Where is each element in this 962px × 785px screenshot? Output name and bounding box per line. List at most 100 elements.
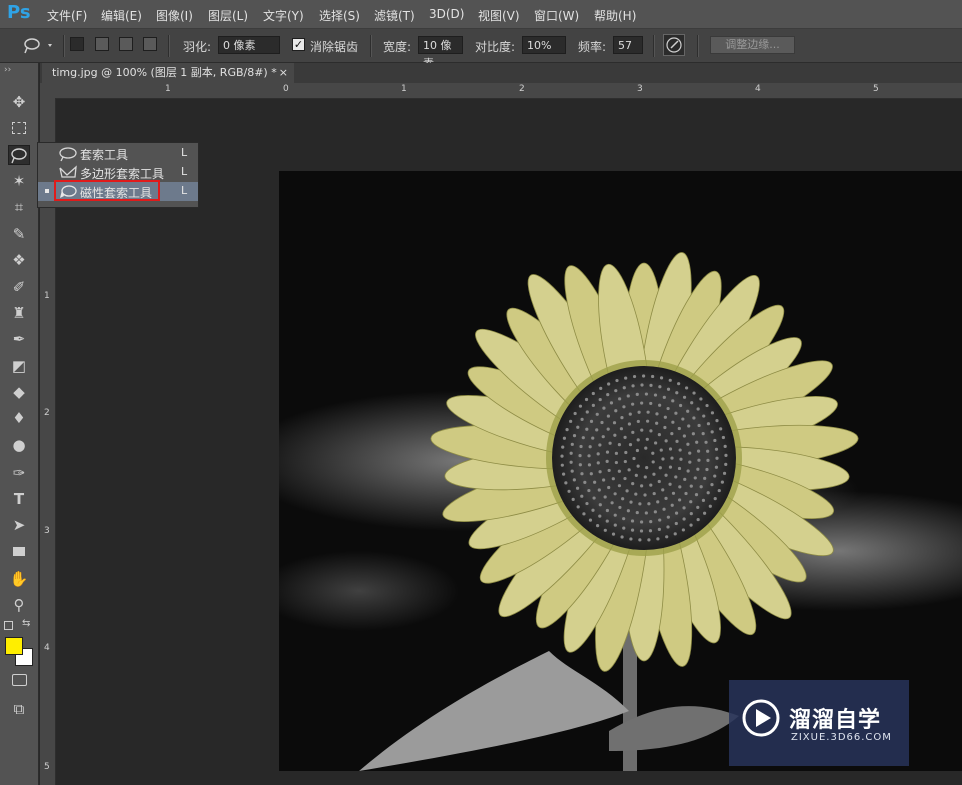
seed xyxy=(606,414,611,418)
seed xyxy=(682,506,686,510)
seed xyxy=(688,460,692,464)
seed xyxy=(635,510,639,515)
seed xyxy=(649,401,653,406)
hand-tool-icon[interactable]: ✋ xyxy=(8,569,30,589)
add-to-selection-button[interactable] xyxy=(95,37,109,51)
frequency-input[interactable]: 57 xyxy=(613,36,643,54)
width-input[interactable]: 10 像素 xyxy=(418,36,463,70)
seed xyxy=(617,484,622,488)
new-selection-button[interactable] xyxy=(70,37,84,51)
ruler-number: 0 xyxy=(283,84,289,94)
seed xyxy=(605,508,609,513)
seed xyxy=(636,464,640,468)
contrast-input[interactable]: 10% xyxy=(522,36,566,54)
seed xyxy=(614,460,618,465)
clone-stamp-icon[interactable]: ♜ xyxy=(8,303,30,323)
path-selection-icon[interactable]: ➤ xyxy=(8,515,30,535)
seed xyxy=(571,497,575,501)
paint-bucket-icon[interactable]: ◆ xyxy=(8,382,30,402)
antialias-checkbox[interactable]: ✓ xyxy=(292,38,305,51)
ruler-number: 2 xyxy=(44,408,50,418)
seed xyxy=(583,480,587,484)
crop-tool-icon[interactable]: ⌗ xyxy=(8,197,30,217)
default-colors-icon[interactable] xyxy=(4,621,13,630)
seed xyxy=(576,425,580,429)
refine-edge-button[interactable]: 调整边缘... xyxy=(710,36,795,54)
menu-filter[interactable]: 滤镜(T) xyxy=(374,7,415,24)
seed xyxy=(634,492,638,496)
menu-image[interactable]: 图像(I) xyxy=(156,7,193,24)
seed xyxy=(644,511,648,515)
eyedropper-icon[interactable]: ✎ xyxy=(8,224,30,244)
swap-colors-icon[interactable]: ⇆ xyxy=(22,618,30,629)
seed xyxy=(585,501,589,506)
seed xyxy=(562,436,567,440)
seed xyxy=(658,385,662,389)
foreground-color-swatch[interactable] xyxy=(5,637,23,655)
move-tool-icon[interactable]: ✥ xyxy=(8,92,30,112)
history-brush-icon[interactable]: ✒ xyxy=(8,329,30,349)
seed xyxy=(710,430,714,434)
document-tab[interactable]: timg.jpg @ 100% (图层 1 副本, RGB/8#) * × xyxy=(42,63,294,83)
seed xyxy=(595,428,599,432)
lasso-tool-item[interactable]: 套索工具 L xyxy=(38,144,198,163)
seed xyxy=(631,384,635,388)
collapse-panel-icon[interactable]: ›› xyxy=(4,65,11,75)
magic-wand-icon[interactable]: ✶ xyxy=(8,171,30,191)
seed xyxy=(679,457,683,461)
screen-mode-icon[interactable]: ⧉ xyxy=(8,699,30,719)
seed xyxy=(651,460,655,464)
seed xyxy=(624,450,628,455)
seed xyxy=(614,389,618,393)
menu-type[interactable]: 文字(Y) xyxy=(263,7,304,24)
seed xyxy=(581,436,585,440)
brush-tool-icon[interactable]: ✐ xyxy=(8,277,30,297)
frequency-label: 频率: xyxy=(578,40,607,54)
seed xyxy=(684,491,688,496)
seed xyxy=(705,403,709,408)
menu-layer[interactable]: 图层(L) xyxy=(208,7,248,24)
seed xyxy=(696,467,700,471)
pen-pressure-button[interactable] xyxy=(663,34,685,56)
menu-file[interactable]: 文件(F) xyxy=(47,7,87,24)
seed xyxy=(635,392,639,396)
intersect-selection-button[interactable] xyxy=(143,37,157,51)
seed xyxy=(682,434,686,438)
marquee-tool-icon[interactable] xyxy=(8,119,30,139)
seed xyxy=(626,394,630,398)
seed xyxy=(576,505,580,509)
seed xyxy=(681,528,685,532)
tools-panel: ›› ✥ ✶ ⌗ ✎ ❖ ✐ ♜ ✒ ◩ ◆ ♦ ● ✑ T ➤ ✋ ⚲ ⇆ ⧉ xyxy=(0,63,39,785)
type-tool-icon[interactable]: T xyxy=(8,489,30,509)
menu-select[interactable]: 选择(S) xyxy=(319,7,360,24)
seed xyxy=(603,495,607,499)
menu-window[interactable]: 窗口(W) xyxy=(534,7,579,24)
seed xyxy=(573,411,577,416)
seed xyxy=(645,437,649,441)
seed xyxy=(674,411,678,415)
pen-tool-icon[interactable]: ✑ xyxy=(8,463,30,483)
seed xyxy=(689,523,693,527)
seed xyxy=(686,442,690,446)
seed xyxy=(678,485,682,489)
zoom-tool-icon[interactable]: ⚲ xyxy=(8,595,30,615)
tool-preset-picker[interactable] xyxy=(18,35,58,55)
subtract-selection-button[interactable] xyxy=(119,37,133,51)
seed xyxy=(580,472,584,476)
menu-edit[interactable]: 编辑(E) xyxy=(101,7,142,24)
menu-3d[interactable]: 3D(D) xyxy=(429,7,464,21)
feather-input[interactable]: 0 像素 xyxy=(218,36,280,54)
ruler-number: 5 xyxy=(873,84,879,94)
seed xyxy=(623,459,627,464)
rectangle-tool-icon[interactable] xyxy=(8,541,30,561)
dodge-tool-icon[interactable]: ● xyxy=(8,435,30,455)
quick-mask-icon[interactable] xyxy=(8,671,30,691)
seed xyxy=(668,482,672,486)
menu-help[interactable]: 帮助(H) xyxy=(594,7,636,24)
healing-brush-icon[interactable]: ❖ xyxy=(8,250,30,270)
close-tab-icon[interactable]: × xyxy=(279,63,288,83)
blur-tool-icon[interactable]: ♦ xyxy=(8,408,30,428)
lasso-tool-icon[interactable] xyxy=(8,145,30,165)
eraser-icon[interactable]: ◩ xyxy=(8,356,30,376)
menu-view[interactable]: 视图(V) xyxy=(478,7,520,24)
